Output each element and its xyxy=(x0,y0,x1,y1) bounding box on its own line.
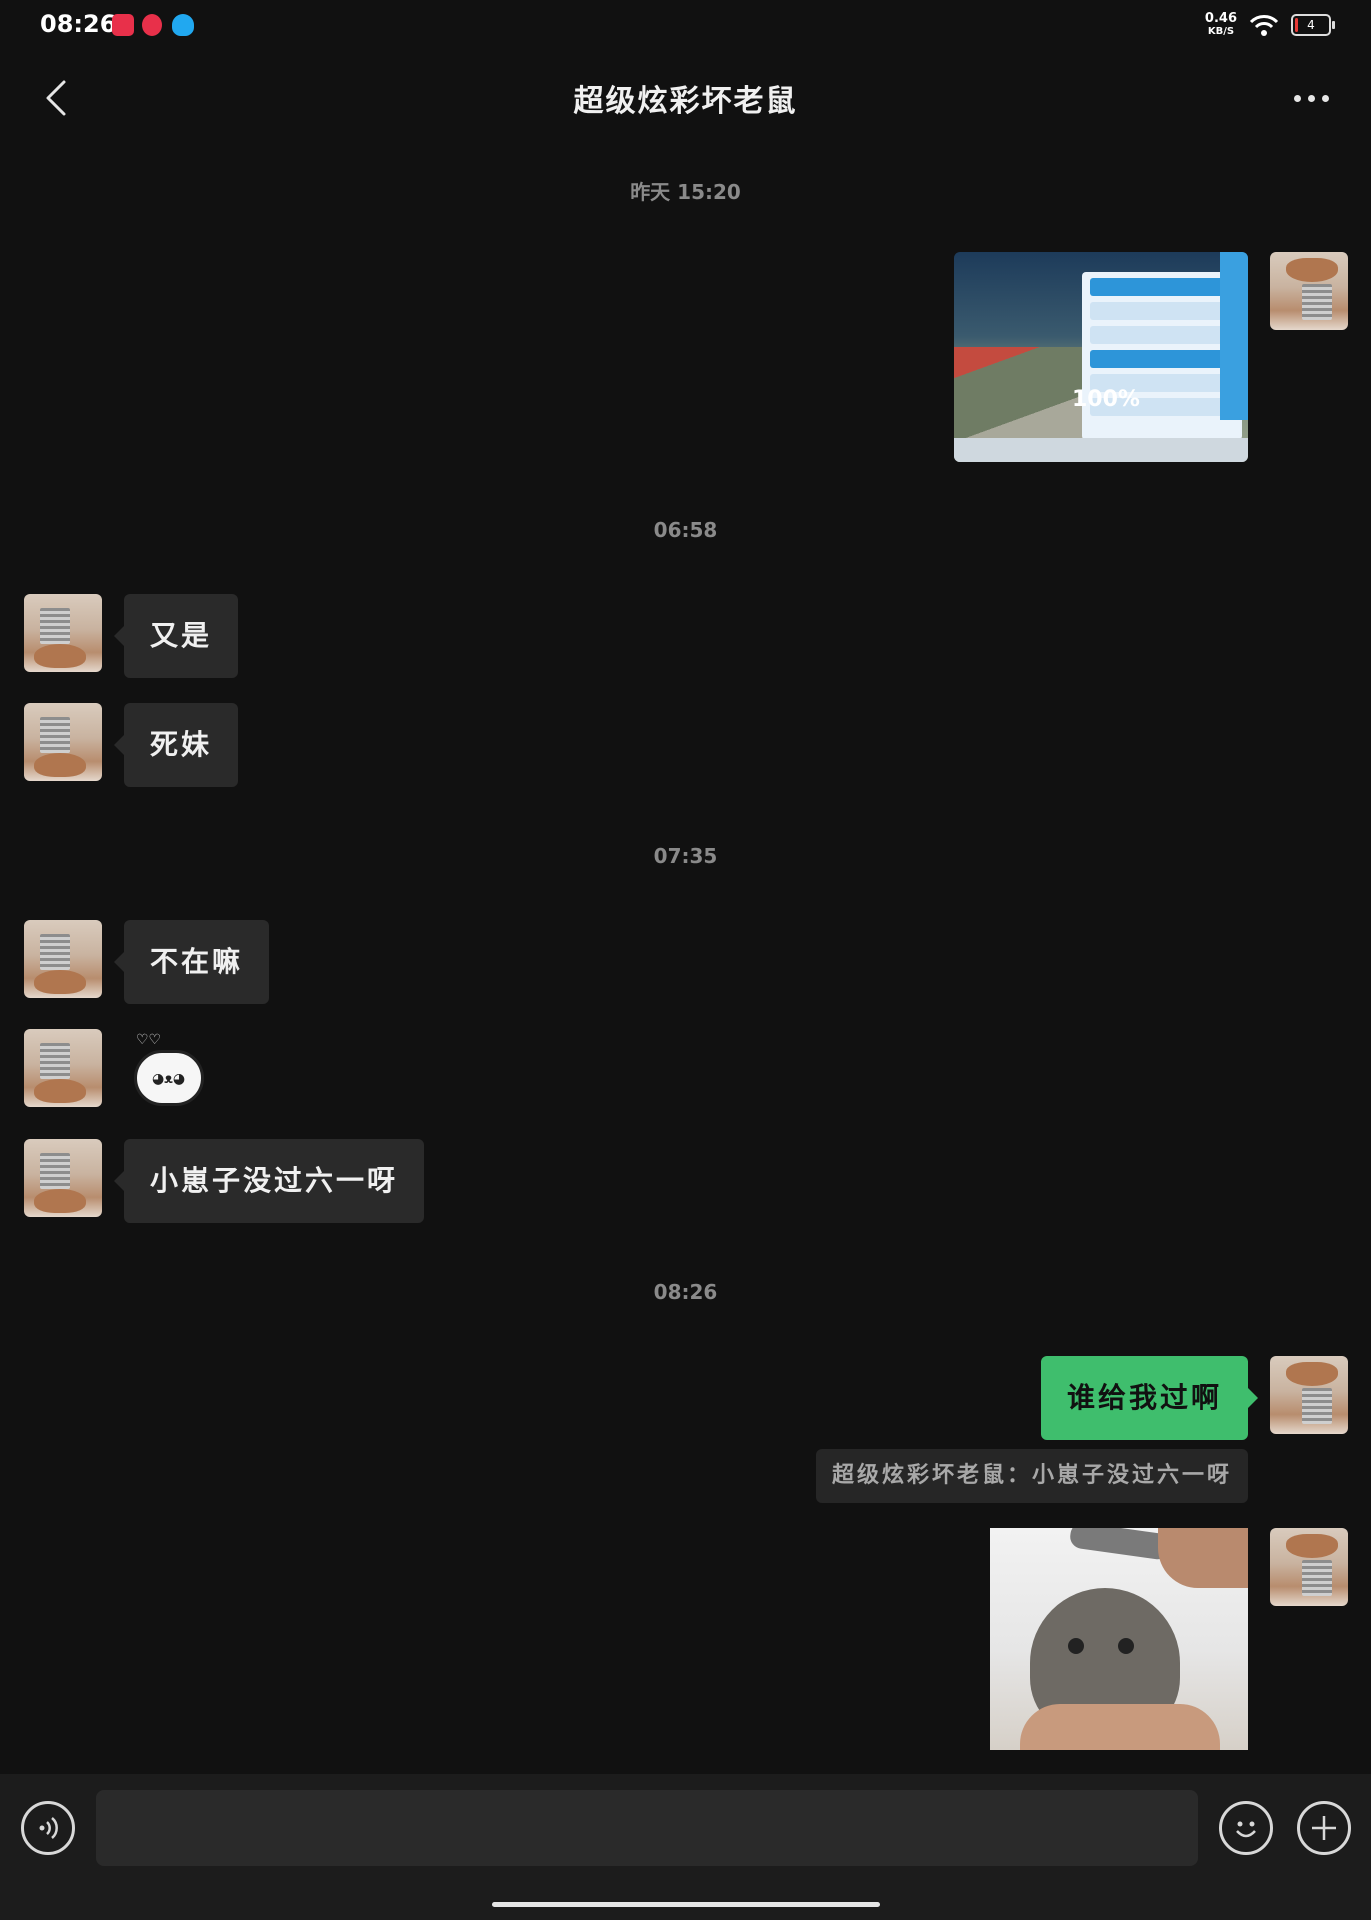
emoji-icon[interactable] xyxy=(1219,1801,1273,1855)
sent-message[interactable]: 谁给我过啊 xyxy=(1040,1356,1259,1440)
quoted-reply[interactable]: 超级炫彩坏老鼠：小崽子没过六一呀 xyxy=(815,1449,1248,1503)
network-speed-unit: KB/S xyxy=(1207,26,1235,37)
timestamp: 07:35 xyxy=(653,844,718,868)
cloud-sticker[interactable]: ♡♡ ◕ᴥ◕ xyxy=(130,1032,206,1112)
qq-icon xyxy=(172,14,194,36)
timestamp: 06:58 xyxy=(653,518,718,542)
network-speed: 0.46 KB/S xyxy=(1205,12,1237,38)
chat-title: 超级炫彩坏老鼠 xyxy=(573,84,798,119)
douyin-icon xyxy=(142,14,162,36)
add-icon[interactable] xyxy=(1297,1801,1351,1855)
received-message[interactable]: 死妹 xyxy=(113,703,239,787)
contact-avatar[interactable] xyxy=(24,920,102,998)
contact-avatar[interactable] xyxy=(24,1139,102,1217)
battery-icon: 4 xyxy=(1291,14,1335,36)
voice-input-icon[interactable] xyxy=(21,1801,75,1855)
red-app-icon xyxy=(112,14,134,36)
contact-avatar[interactable] xyxy=(24,703,102,781)
sent-cat-photo[interactable] xyxy=(990,1528,1248,1750)
home-indicator[interactable] xyxy=(492,1902,880,1907)
contact-avatar[interactable] xyxy=(24,594,102,672)
timestamp: 昨天 15:20 xyxy=(630,180,741,204)
sent-screenshot-image[interactable]: 100% xyxy=(954,252,1248,462)
received-message[interactable]: 又是 xyxy=(113,594,239,678)
received-message[interactable]: 不在嘛 xyxy=(113,920,270,1004)
chat-header: 超级炫彩坏老鼠 xyxy=(0,52,1371,144)
screenshot-badge: 100% xyxy=(1072,387,1140,412)
received-message[interactable]: 小崽子没过六一呀 xyxy=(113,1139,425,1223)
battery-level: 4 xyxy=(1307,18,1315,32)
contact-avatar[interactable] xyxy=(24,1029,102,1107)
status-bar: 08:26 0.46 KB/S 4 xyxy=(0,0,1371,52)
input-bar xyxy=(0,1774,1371,1920)
wifi-icon xyxy=(1249,15,1279,36)
message-input[interactable] xyxy=(96,1790,1198,1866)
my-avatar[interactable] xyxy=(1270,1356,1348,1434)
timestamp: 08:26 xyxy=(653,1280,718,1304)
my-avatar[interactable] xyxy=(1270,252,1348,330)
network-speed-value: 0.46 xyxy=(1204,11,1237,26)
more-options-icon[interactable] xyxy=(1281,76,1341,120)
my-avatar[interactable] xyxy=(1270,1528,1348,1606)
status-time: 08:26 xyxy=(40,10,117,38)
